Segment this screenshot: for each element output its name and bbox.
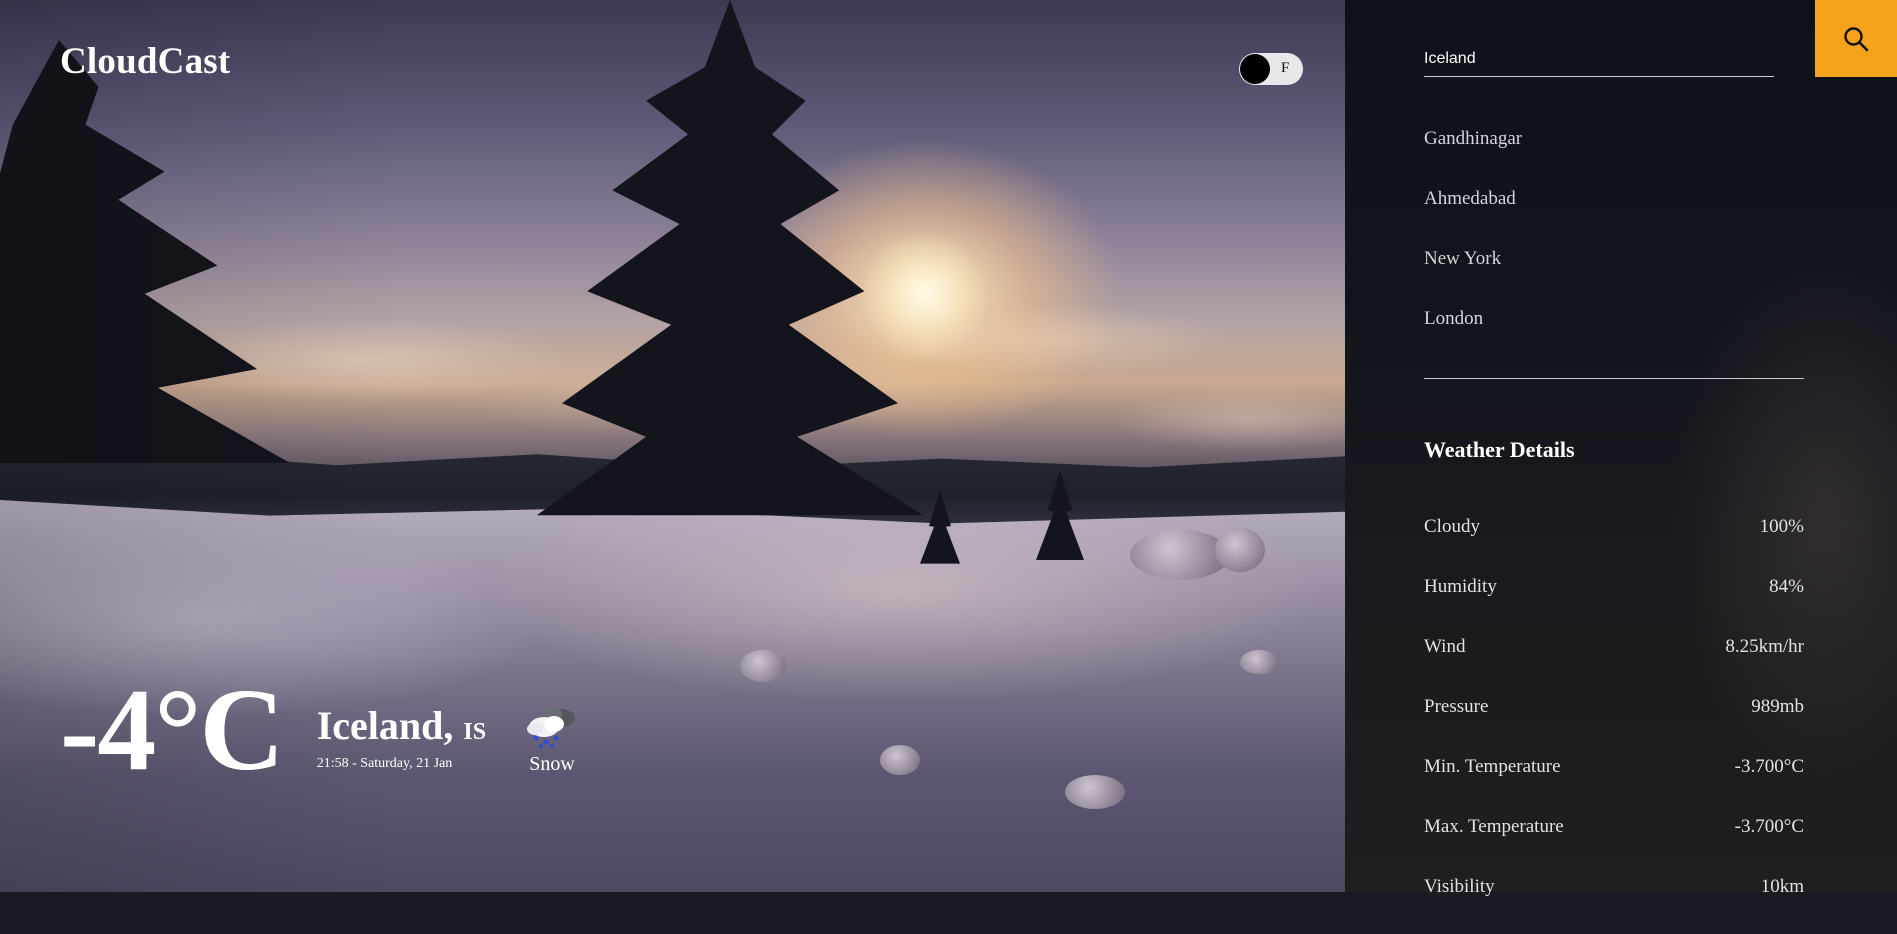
brand-logo: CloudCast	[60, 41, 231, 82]
detail-value: 84%	[1769, 576, 1804, 597]
detail-label: Max. Temperature	[1424, 816, 1564, 837]
detail-value: -3.700°C	[1734, 816, 1804, 837]
condition-label: Snow	[529, 753, 575, 775]
city-item-new-york[interactable]: New York	[1424, 246, 1804, 306]
detail-row-visibility: Visibility 10km	[1424, 874, 1804, 934]
detail-row-max-temperature: Max. Temperature -3.700°C	[1424, 814, 1804, 874]
detail-row-pressure: Pressure 989mb	[1424, 694, 1804, 754]
side-panel: Gandhinagar Ahmedabad New York London We…	[1345, 0, 1897, 897]
detail-row-humidity: Humidity 84%	[1424, 574, 1804, 634]
detail-label: Min. Temperature	[1424, 756, 1561, 777]
detail-value: 8.25km/hr	[1725, 636, 1804, 657]
current-temperature: -4°C	[60, 664, 285, 795]
location-line: Iceland, IS	[317, 704, 486, 754]
condition-block: Snow	[524, 705, 580, 776]
country-code: IS	[463, 719, 487, 745]
weather-details-title: Weather Details	[1424, 437, 1575, 462]
location-block: Iceland, IS 21:58 - Saturday, 21 Jan	[317, 704, 486, 772]
recent-cities-list: Gandhinagar Ahmedabad New York London	[1424, 126, 1804, 366]
detail-value: 989mb	[1751, 696, 1804, 717]
detail-row-min-temperature: Min. Temperature -3.700°C	[1424, 754, 1804, 814]
search-icon	[1844, 26, 1869, 51]
detail-value: 10km	[1760, 876, 1804, 897]
detail-label: Pressure	[1424, 696, 1489, 717]
city-item-london[interactable]: London	[1424, 306, 1804, 366]
detail-label: Visibility	[1424, 876, 1495, 897]
detail-value: -3.700°C	[1734, 756, 1804, 777]
detail-value: 100%	[1759, 516, 1804, 537]
current-weather: -4°C Iceland, IS 21:58 - Saturday, 21 Ja…	[60, 664, 580, 795]
section-divider	[1424, 378, 1804, 379]
date-time: 21:58 - Saturday, 21 Jan	[316, 756, 453, 771]
detail-label: Humidity	[1424, 576, 1497, 597]
search-input[interactable]	[1424, 42, 1774, 77]
detail-label: Cloudy	[1424, 516, 1480, 537]
search-button[interactable]	[1815, 0, 1897, 77]
city-name: Iceland,	[316, 703, 454, 748]
toggle-knob	[1240, 54, 1270, 84]
detail-row-cloudy: Cloudy 100%	[1424, 514, 1804, 574]
unit-letter: F	[1281, 60, 1290, 76]
city-item-ahmedabad[interactable]: Ahmedabad	[1424, 186, 1804, 246]
city-item-gandhinagar[interactable]: Gandhinagar	[1424, 126, 1804, 186]
weather-details-list: Cloudy 100% Humidity 84% Wind 8.25km/hr …	[1424, 514, 1804, 934]
detail-label: Wind	[1424, 636, 1466, 657]
unit-toggle[interactable]: F	[1239, 53, 1303, 85]
detail-row-wind: Wind 8.25km/hr	[1424, 634, 1804, 694]
snow-cloud-icon	[527, 707, 576, 749]
